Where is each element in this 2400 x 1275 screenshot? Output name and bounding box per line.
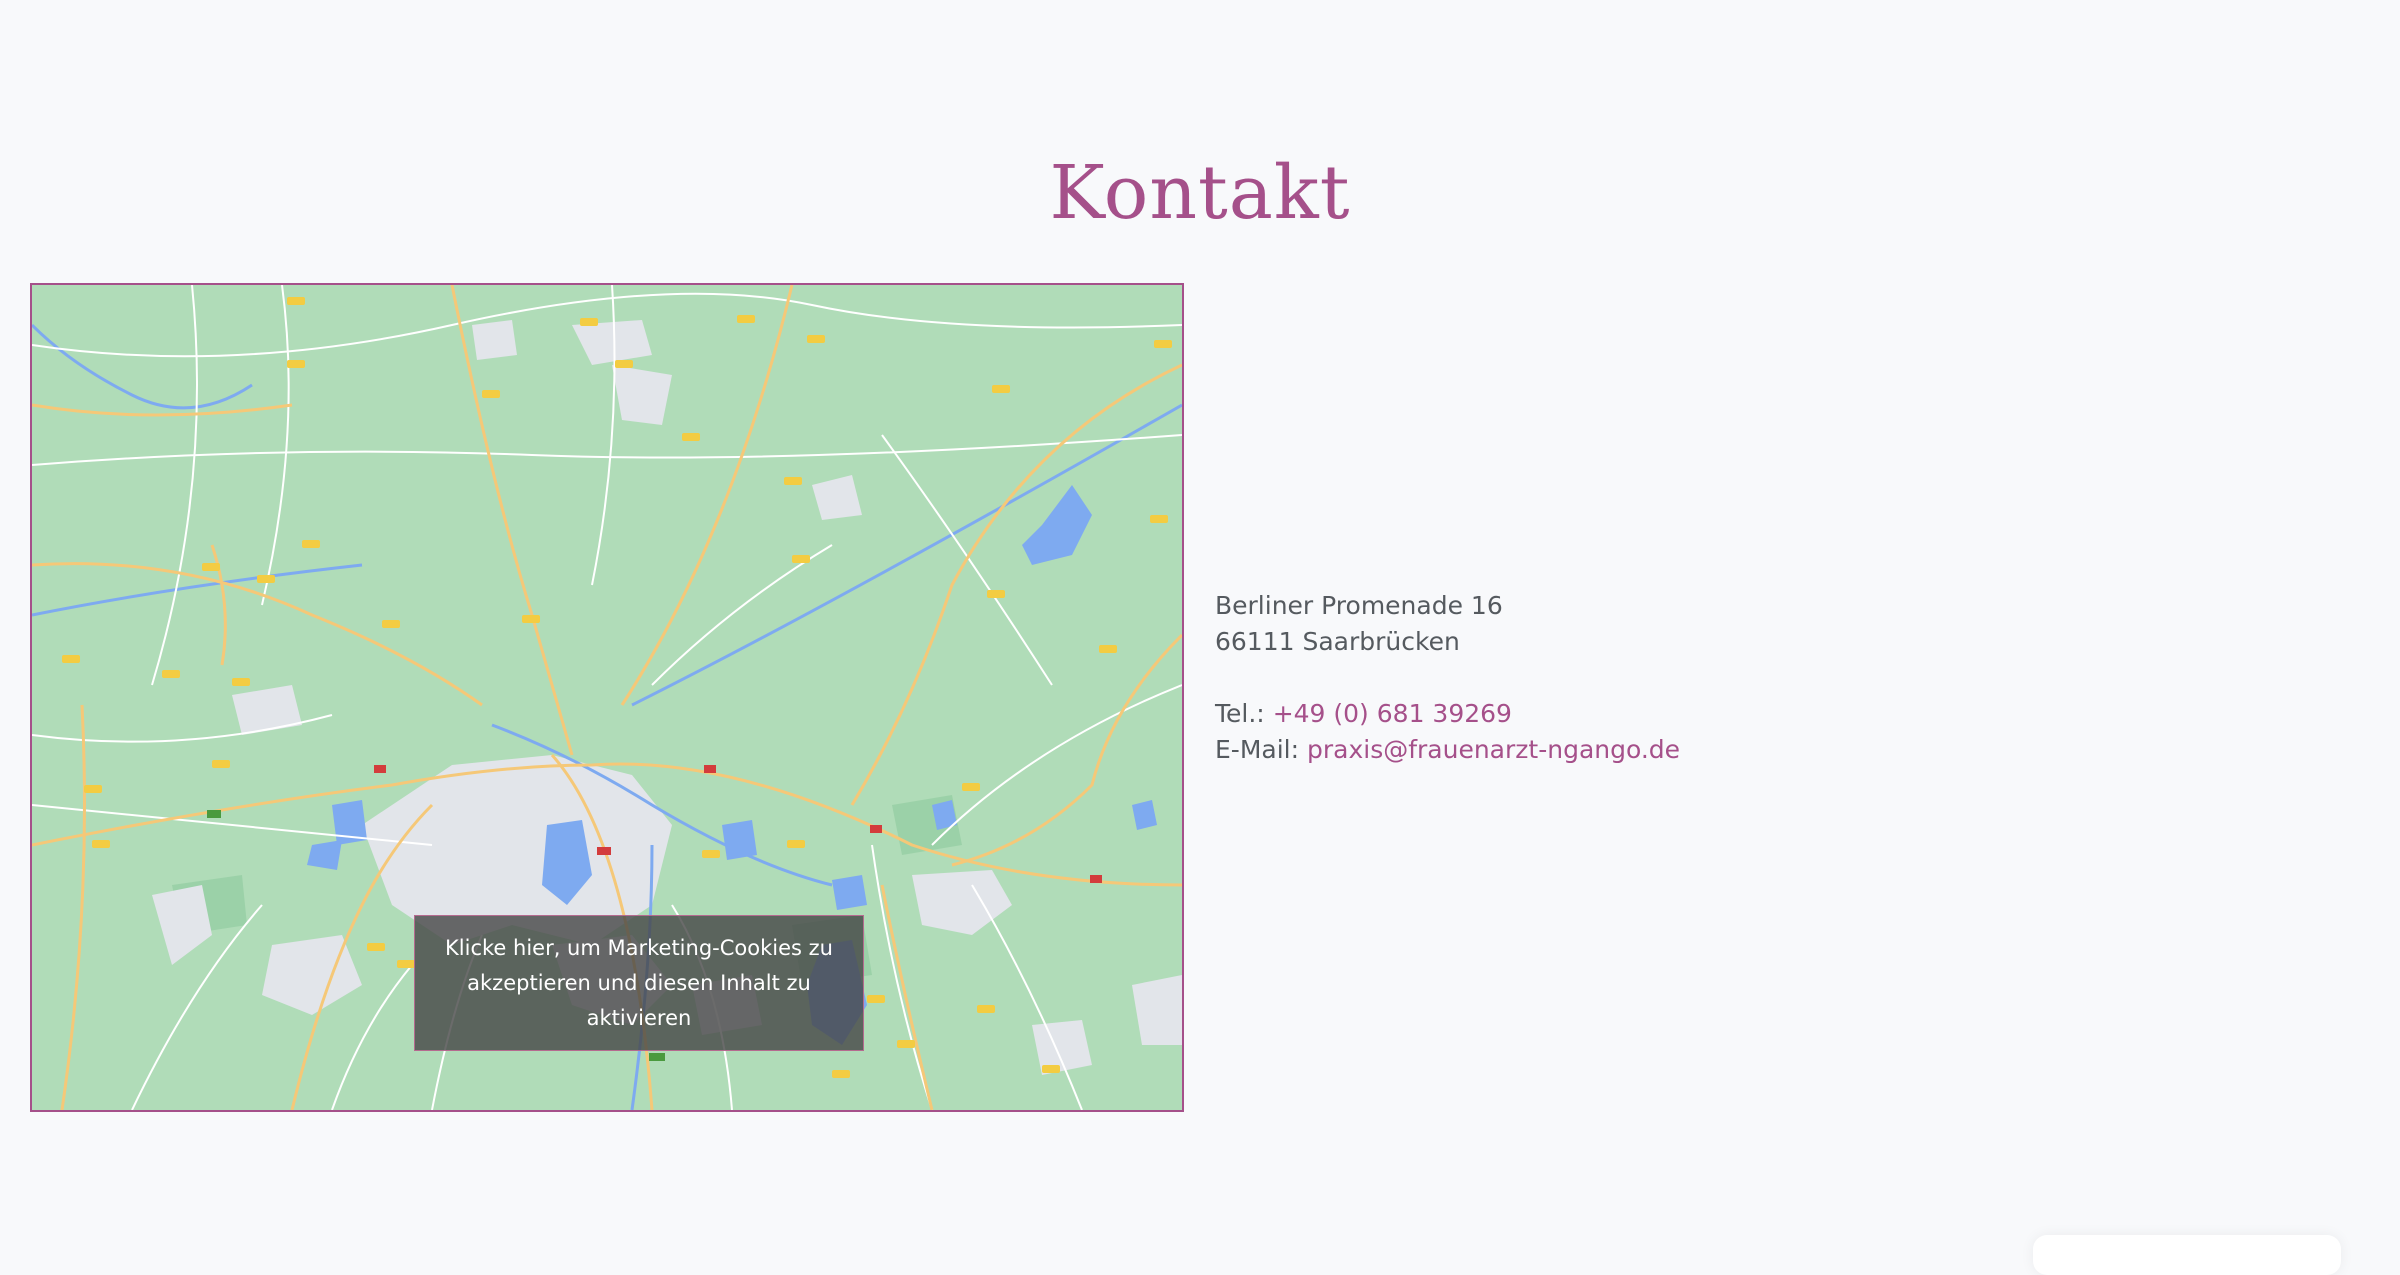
email-line: E-Mail: praxis@frauenarzt-ngango.de xyxy=(1215,732,1680,768)
address-street: Berliner Promenade 16 xyxy=(1215,591,1503,620)
phone-label: Tel.: xyxy=(1215,699,1265,728)
map-embed[interactable]: Klicke hier, um Marketing-Cookies zu akz… xyxy=(30,283,1184,1112)
cookie-consent-text: Klicke hier, um Marketing-Cookies zu akz… xyxy=(445,935,833,1030)
phone-link[interactable]: +49 (0) 681 39269 xyxy=(1273,699,1512,728)
phone-line: Tel.: +49 (0) 681 39269 xyxy=(1215,696,1680,732)
contact-info: Berliner Promenade 16 66111 Saarbrücken … xyxy=(1215,588,1680,768)
page-title: Kontakt xyxy=(1049,150,1351,236)
email-link[interactable]: praxis@frauenarzt-ngango.de xyxy=(1307,735,1680,764)
floating-widget[interactable] xyxy=(2033,1235,2341,1275)
email-label: E-Mail: xyxy=(1215,735,1300,764)
cookie-consent-button[interactable]: Klicke hier, um Marketing-Cookies zu akz… xyxy=(414,915,864,1051)
address-city: 66111 Saarbrücken xyxy=(1215,627,1460,656)
